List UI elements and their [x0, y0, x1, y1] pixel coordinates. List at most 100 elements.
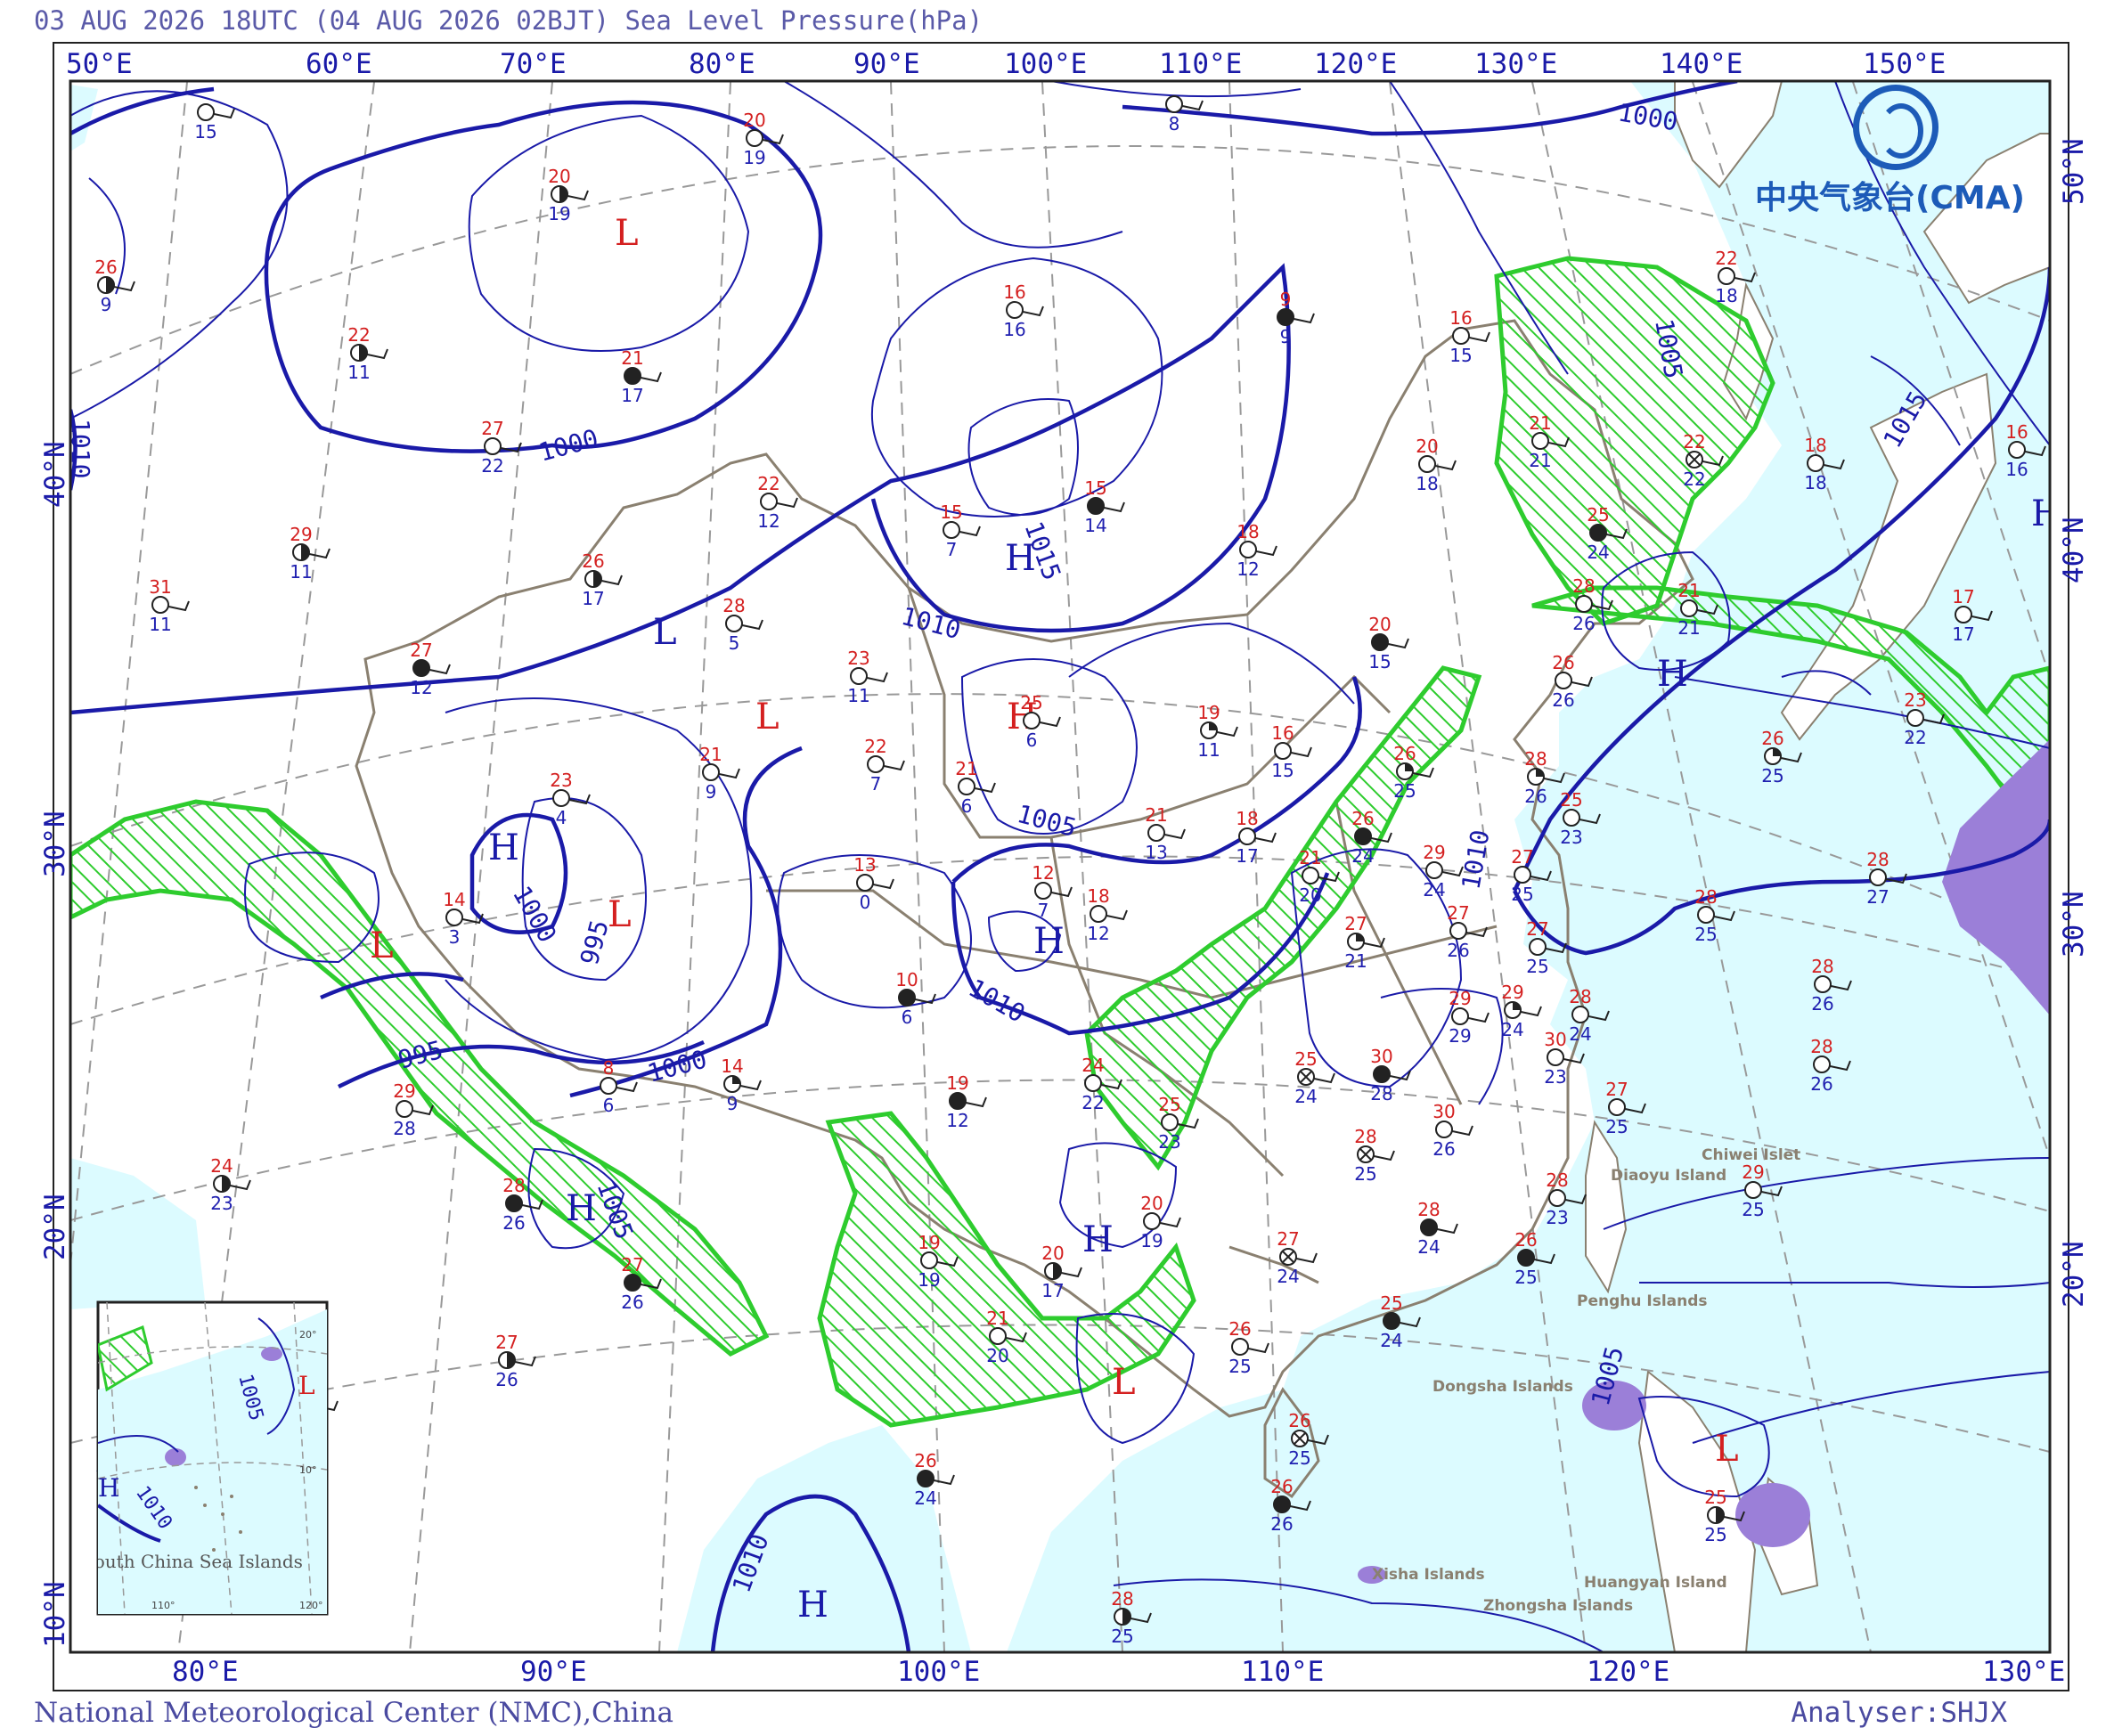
- station-temperature: 23: [550, 770, 572, 791]
- cloud-cover-icon: [1529, 938, 1547, 956]
- cloud-cover-icon: [552, 789, 570, 807]
- station-dewpoint: 28: [393, 1118, 415, 1139]
- station-dewpoint: 7: [1038, 900, 1049, 921]
- station-dewpoint: 25: [1393, 780, 1416, 802]
- place-label: Huangyan Island: [1584, 1574, 1727, 1592]
- station-temperature: 16: [1271, 722, 1294, 744]
- station-dewpoint: 25: [1288, 1447, 1310, 1469]
- station-dewpoint: 6: [902, 1007, 913, 1028]
- lon-label: 90°E: [520, 1656, 587, 1688]
- station-plot: 29 24: [1423, 842, 1464, 901]
- cloud-cover-icon: [1161, 1113, 1179, 1131]
- station-temperature: 27: [495, 1332, 518, 1353]
- footer-analyser: Analyser:SHJX: [1791, 1697, 2007, 1729]
- station-temperature: 18: [1087, 885, 1109, 907]
- lon-label: 60°E: [306, 48, 372, 80]
- station-dewpoint: 17: [1041, 1280, 1064, 1301]
- cloud-cover-icon: [1575, 595, 1593, 613]
- station-plot: 31 11: [149, 576, 190, 635]
- cloud-cover-icon: [505, 1194, 523, 1212]
- lon-label: 50°E: [66, 48, 133, 80]
- station-plot: 28 25: [1354, 1126, 1395, 1185]
- station-temperature: 28: [1694, 886, 1717, 908]
- station-dewpoint: 26: [1572, 613, 1595, 634]
- station-dewpoint: 21: [1677, 617, 1700, 639]
- cloud-cover-icon: [1548, 1189, 1566, 1207]
- arabian-sea-north: [70, 1158, 205, 1309]
- station-dewpoint: 15: [1368, 651, 1391, 672]
- station-dewpoint: 22: [1683, 469, 1705, 490]
- station-temperature: 25: [1158, 1094, 1180, 1115]
- station-plot: 23 4: [550, 770, 591, 828]
- cloud-cover-icon: [1302, 867, 1319, 884]
- cloud-cover-icon: [1608, 1098, 1626, 1116]
- station-dewpoint: 25: [1228, 1356, 1251, 1377]
- china-border: [355, 319, 1694, 1418]
- station-plot: 1812: [1237, 521, 1277, 580]
- station-dewpoint: 22: [1081, 1092, 1104, 1113]
- station-plot: 1812: [1087, 885, 1128, 944]
- station-dewpoint: 17: [1236, 845, 1258, 867]
- cloud-cover-icon: [943, 521, 960, 539]
- station-dewpoint: 24: [1569, 1023, 1591, 1045]
- station-dewpoint: 25: [1761, 765, 1783, 786]
- station-plot: 1615: [1271, 722, 1312, 781]
- station-plot: 27 22: [481, 418, 522, 477]
- station-dewpoint: 11: [847, 685, 869, 706]
- station-temperature: 30: [1370, 1046, 1392, 1067]
- station-temperature: 15: [940, 501, 962, 523]
- inset-low-center: L: [298, 1371, 315, 1400]
- station-temperature: 20: [1041, 1243, 1064, 1264]
- cloud-cover-icon: [867, 755, 885, 773]
- station-dewpoint: 23: [1560, 827, 1582, 848]
- station-plot: 2017: [1041, 1243, 1082, 1301]
- station-dewpoint: 19: [1140, 1230, 1163, 1251]
- station-temperature: 27: [481, 418, 503, 439]
- low-center: L: [608, 894, 632, 935]
- station-temperature: 21: [1299, 847, 1321, 868]
- cloud-cover-icon: [1238, 827, 1256, 845]
- station-dewpoint: 29: [1449, 1025, 1471, 1047]
- station-temperature: 26: [1552, 652, 1574, 673]
- cloud-cover-icon: [856, 874, 874, 892]
- cloud-cover-icon: [1090, 905, 1107, 923]
- cloud-cover-icon: [1084, 1074, 1102, 1092]
- station-dewpoint: 3: [449, 926, 461, 948]
- station-temperature: 27: [1511, 846, 1533, 868]
- station-temperature: 31: [149, 576, 171, 598]
- station-plot: 30 26: [1432, 1101, 1473, 1160]
- high-center: H: [488, 827, 519, 868]
- lon-label: 130°E: [1982, 1656, 2065, 1688]
- station-dewpoint: 27: [1866, 886, 1889, 908]
- station-temperature: 26: [582, 550, 604, 572]
- station-temperature: 21: [1529, 412, 1551, 434]
- station-plot: 27 26: [495, 1332, 536, 1390]
- station-plot: 25 6: [1020, 692, 1061, 751]
- station-dewpoint: 23: [1546, 1207, 1568, 1228]
- station-dewpoint: 24: [1501, 1019, 1523, 1040]
- station-dewpoint: 12: [1237, 558, 1259, 580]
- station-dewpoint: 24: [1587, 542, 1609, 563]
- station-dewpoint: 16: [2005, 459, 2028, 480]
- low-center: L: [370, 925, 394, 966]
- lon-label: 90°E: [853, 48, 920, 80]
- station-plot: 28 5: [722, 595, 763, 654]
- cloud-cover-icon: [1373, 1065, 1391, 1083]
- station-dewpoint: 25: [1511, 884, 1533, 905]
- cloud-cover-icon: [1571, 1006, 1589, 1023]
- station-plot: 15 7: [940, 501, 981, 560]
- station-dewpoint: 24: [1277, 1266, 1299, 1287]
- station-dewpoint: 26: [1552, 689, 1574, 711]
- station-temperature: 26: [1393, 743, 1416, 764]
- cloud-cover-icon: [1449, 922, 1467, 940]
- station-temperature: 30: [1432, 1101, 1455, 1122]
- cloud-cover-icon: [1165, 95, 1183, 113]
- station-temperature: 8: [603, 1057, 615, 1079]
- station-temperature: 27: [1605, 1079, 1628, 1100]
- station-temperature: 25: [1380, 1292, 1402, 1314]
- low-center: L: [755, 697, 779, 738]
- station-temperature: 25: [1560, 789, 1582, 811]
- station-dewpoint: 26: [621, 1292, 643, 1313]
- station-temperature: 27: [621, 1254, 643, 1276]
- place-label: Xisha Islands: [1372, 1566, 1485, 1584]
